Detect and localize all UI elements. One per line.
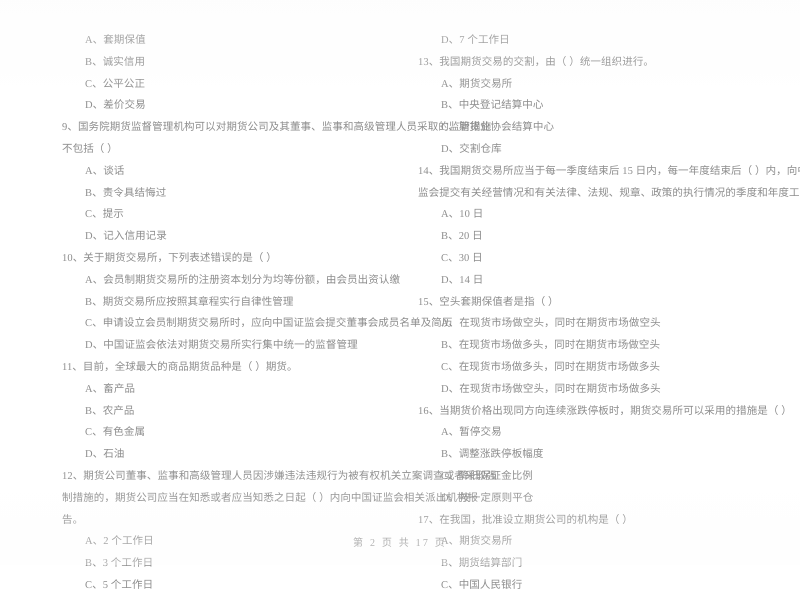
answer-option: C、期货业协会结算中心	[441, 122, 555, 134]
question-stem: 12、期货公司董事、监事和高级管理人员因涉嫌违法违规行为被有权机关立案调查或者采…	[62, 470, 497, 482]
answer-option: B、在现货市场做多头，同时在期货市场做空头	[441, 340, 661, 352]
question-stem: 15、空头套期保值者是指（ ）	[418, 296, 559, 308]
answer-option: C、中国人民银行	[441, 579, 523, 591]
answer-option: B、诚实信用	[85, 56, 146, 68]
answer-option: C、在现货市场做多头，同时在期货市场做多头	[441, 361, 661, 373]
answer-option: C、降低保证金比例	[441, 470, 533, 482]
answer-option: C、申请设立会员制期货交易所时，应向中国证监会提交董事会成员名单及简历	[85, 318, 453, 330]
answer-option: D、按一定原则平仓	[441, 492, 534, 504]
answer-option: D、差价交易	[85, 100, 146, 112]
question-stem: 11、目前，全球最大的商品期货品种是（ ）期货。	[62, 361, 298, 373]
question-stem: 13、我国期货交易的交割，由（ ）统一组织进行。	[418, 56, 655, 68]
question-stem: 10、关于期货交易所，下列表述错误的是（ ）	[62, 252, 277, 264]
question-stem-continuation: 告。	[62, 514, 84, 526]
answer-option: C、提示	[85, 209, 124, 221]
question-stem-continuation: 监会提交有关经营情况和有关法律、法规、规章、政策的执行情况的季度和年度工作报告。	[418, 187, 800, 199]
answer-option: A、暂停交易	[441, 427, 502, 439]
answer-option: B、农产品	[85, 405, 135, 417]
answer-option: A、会员制期货交易所的注册资本划分为均等份额，由会员出资认缴	[85, 274, 401, 286]
answer-option: B、中央登记结算中心	[441, 100, 544, 112]
answer-option: D、记入信用记录	[85, 231, 167, 243]
answer-option: C、公平公正	[85, 78, 146, 90]
answer-option: B、责令具结悔过	[85, 187, 167, 199]
answer-option: B、调整涨跌停板幅度	[441, 449, 544, 461]
two-column-body: A、套期保值 B、诚实信用 C、公平公正 D、差价交易 9、国务院期货监督管理机构可以对…	[0, 0, 800, 591]
answer-option: B、期货交易所应按照其章程实行自律性管理	[85, 296, 294, 308]
page-footer: 第 2 页 共 17 页	[353, 538, 447, 549]
question-stem: 16、当期货价格出现同方向连续涨跌停板时，期货交易所可以采用的措施是（ ）	[418, 405, 792, 417]
answer-option: B、20 日	[441, 231, 483, 243]
answer-option: C、30 日	[441, 252, 483, 264]
question-stem: 17、在我国，批准设立期货公司的机构是（ ）	[418, 514, 633, 526]
answer-option: D、交割仓库	[441, 143, 502, 155]
answer-option: A、期货交易所	[441, 78, 513, 90]
answer-option: A、10 日	[441, 209, 484, 221]
answer-option: D、中国证监会依法对期货交易所实行集中统一的监督管理	[85, 340, 358, 352]
answer-option: A、谈话	[85, 165, 125, 177]
answer-option: A、畜产品	[85, 383, 136, 395]
right-column: D、7 个工作日 13、我国期货交易的交割，由（ ）统一组织进行。 A、期货交易所 B…	[400, 0, 800, 591]
exam-page: A、套期保值 B、诚实信用 C、公平公正 D、差价交易 9、国务院期货监督管理机构可以对…	[0, 0, 800, 591]
question-stem-continuation: 制措施的，期货公司应当在知悉或者应当知悉之日起（ ）内向中国证监会相关派出机构报	[62, 492, 479, 504]
answer-option: D、14 日	[441, 274, 484, 286]
answer-option: A、套期保值	[85, 35, 146, 46]
question-stem: 14、我国期货交易所应当于每一季度结束后 15 日内，每一年度结束后（ ）内，向…	[418, 165, 800, 177]
answer-option: D、在现货市场做空头，同时在期货市场做多头	[441, 383, 661, 395]
answer-option: B、期货结算部门	[441, 558, 523, 570]
question-stem: 9、国务院期货监督管理机构可以对期货公司及其董事、监事和高级管理人员采取的监管措…	[62, 122, 492, 134]
answer-option: A、在现货市场做空头，同时在期货市场做空头	[441, 318, 661, 330]
question-stem-continuation: 不包括（ ）	[62, 143, 118, 155]
answer-option: C、5 个工作日	[85, 579, 154, 591]
answer-option: B、3 个工作日	[85, 558, 154, 570]
left-column: A、套期保值 B、诚实信用 C、公平公正 D、差价交易 9、国务院期货监督管理机构可以对…	[0, 0, 497, 591]
answer-option: D、7 个工作日	[441, 35, 510, 46]
answer-option: C、有色金属	[85, 427, 146, 439]
answer-option: D、石油	[85, 449, 125, 461]
